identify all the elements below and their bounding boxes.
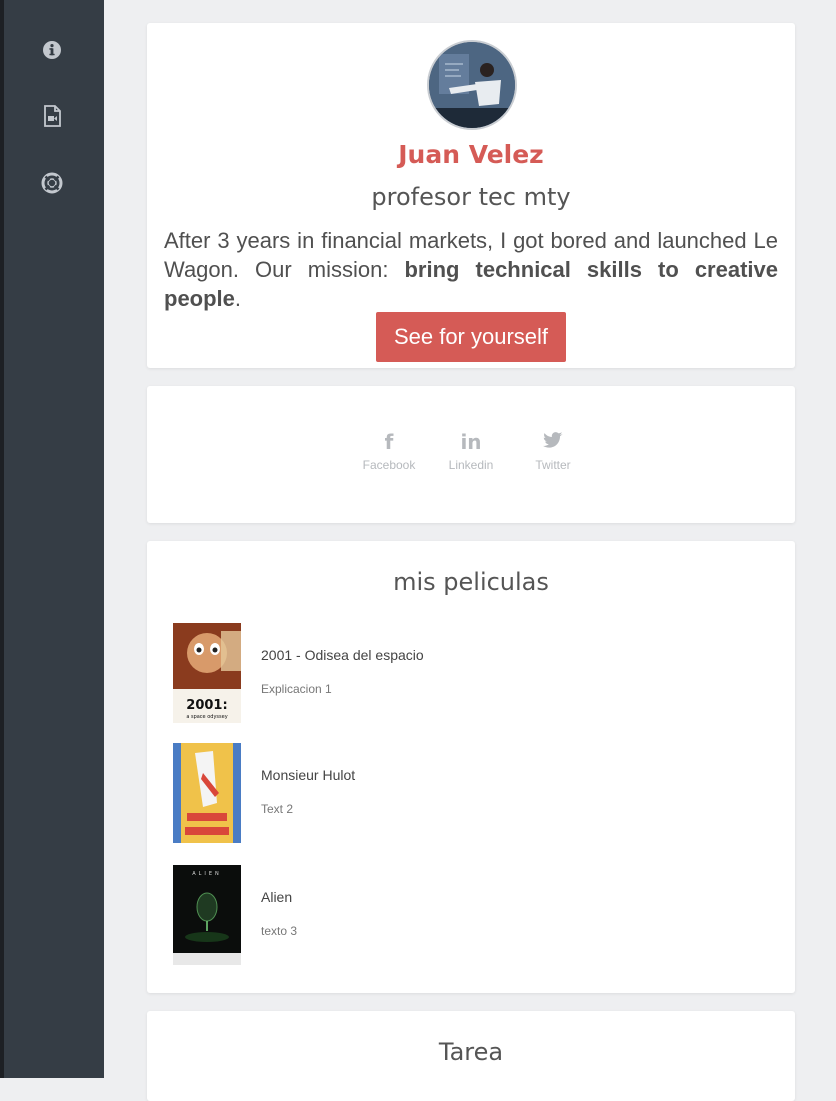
profile-name: Juan Velez: [398, 140, 544, 169]
linkedin-link[interactable]: in Linkedin: [441, 430, 501, 472]
movie-item[interactable]: 2001: a space odyssey 2001 - Odisea del …: [173, 623, 773, 723]
movies-card: mis peliculas 2001: a space odyssey 2001…: [147, 541, 795, 993]
info-icon[interactable]: [41, 39, 63, 61]
sidebar: [4, 0, 104, 1078]
facebook-label: Facebook: [362, 458, 416, 472]
movies-title: mis peliculas: [393, 568, 549, 596]
movie-poster: ALIEN: [173, 865, 241, 965]
movie-description: Text 2: [261, 802, 294, 816]
bio-end: .: [234, 286, 242, 311]
movie-title: Alien: [261, 889, 293, 905]
movie-item[interactable]: Monsieur Hulot Text 2: [173, 743, 773, 843]
twitter-icon: [543, 430, 563, 454]
twitter-link[interactable]: Twitter: [523, 430, 583, 472]
twitter-label: Twitter: [535, 458, 571, 472]
profile-card: Juan Velez profesor tec mty After 3 year…: [147, 23, 795, 368]
movie-poster: [173, 743, 241, 843]
tarea-title: Tarea: [438, 1038, 504, 1066]
poster-subtitle: a space odyssey: [186, 714, 227, 720]
social-card: f Facebook in Linkedin Twitter: [147, 386, 795, 523]
tarea-card: Tarea: [147, 1011, 795, 1101]
profile-role: profesor tec mty: [371, 183, 571, 211]
avatar: [427, 40, 517, 130]
facebook-icon: f: [384, 430, 394, 454]
see-for-yourself-button[interactable]: See for yourself: [376, 312, 566, 362]
video-file-icon[interactable]: [41, 105, 63, 127]
linkedin-label: Linkedin: [448, 458, 494, 472]
movie-poster: 2001: a space odyssey: [173, 623, 241, 723]
facebook-link[interactable]: f Facebook: [359, 430, 419, 472]
movie-description: Explicacion 1: [261, 682, 332, 696]
social-links: f Facebook in Linkedin Twitter: [147, 430, 795, 472]
movie-title: Monsieur Hulot: [261, 767, 356, 783]
movie-description: texto 3: [261, 924, 298, 938]
movie-title: 2001 - Odisea del espacio: [261, 647, 424, 663]
profile-bio: After 3 years in financial markets, I go…: [164, 226, 778, 313]
movie-item[interactable]: ALIEN Alien texto 3: [173, 865, 773, 965]
poster-title: 2001:: [186, 698, 227, 713]
poster-title: ALIEN: [192, 871, 222, 877]
lifebuoy-icon[interactable]: [41, 172, 63, 194]
linkedin-icon: in: [460, 430, 482, 454]
